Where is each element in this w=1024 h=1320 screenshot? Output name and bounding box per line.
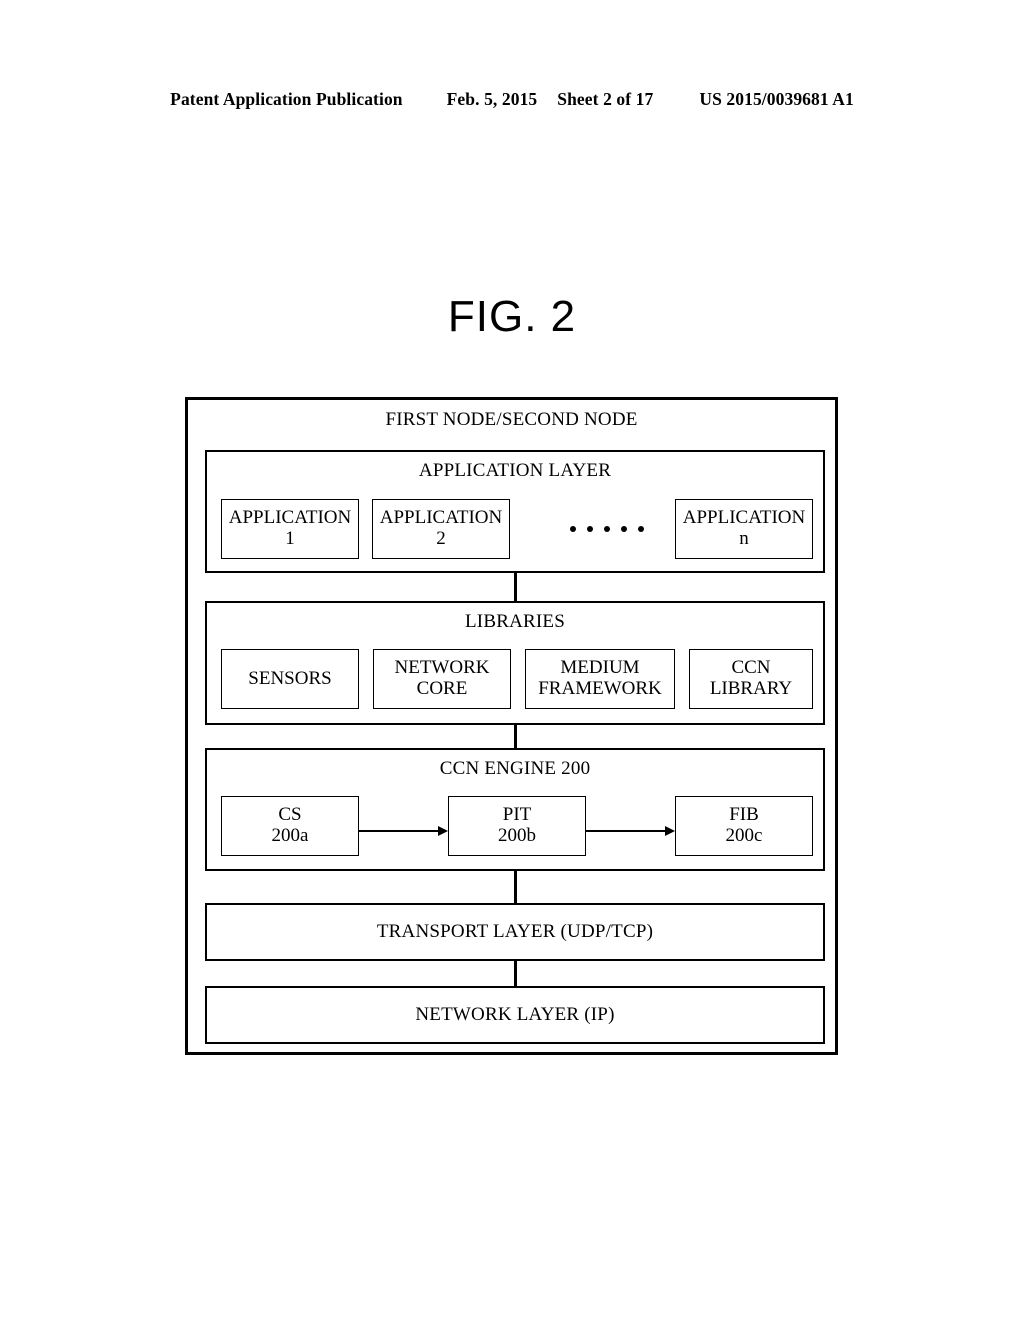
ccn-library-label-line1: CCN — [731, 657, 771, 679]
arrow-head-icon — [665, 826, 675, 836]
application-ellipsis-icon — [552, 515, 662, 543]
cs-reference-number: 200a — [271, 825, 309, 846]
arrow-pit-to-fib — [586, 826, 675, 836]
application-layer-title: APPLICATION LAYER — [418, 460, 612, 481]
fib-reference-number: 200c — [725, 825, 763, 846]
network-layer-label: NETWORK LAYER (IP) — [415, 1004, 615, 1025]
arrow-head-icon — [438, 826, 448, 836]
patent-number: US 2015/0039681 A1 — [699, 88, 854, 109]
network-core-label-line2: CORE — [416, 678, 468, 699]
network-layer-box: NETWORK LAYER (IP) — [205, 986, 825, 1044]
pit-reference-number: 200b — [498, 825, 536, 846]
application-layer-section: APPLICATION LAYER APPLICATION 1 APPLICAT… — [205, 450, 825, 573]
publication-date: Feb. 5, 2015 — [446, 88, 538, 109]
ccn-library-label-line2: LIBRARY — [709, 678, 793, 699]
arrow-cs-to-pit — [359, 826, 448, 836]
ellipsis-dot — [638, 526, 644, 532]
ellipsis-dot — [621, 526, 627, 532]
application-2-label: APPLICATION — [379, 507, 503, 529]
application-1-box: APPLICATION 1 — [221, 499, 359, 559]
sensors-label: SENSORS — [248, 667, 332, 689]
transport-layer-label: TRANSPORT LAYER (UDP/TCP) — [376, 921, 654, 942]
arrow-shaft — [359, 830, 439, 832]
application-n-index: n — [739, 528, 749, 549]
connector-application-to-libraries — [514, 572, 517, 602]
diagram-frame-title: FIRST NODE/SECOND NODE — [385, 409, 638, 430]
connector-libraries-to-ccn-engine — [514, 724, 517, 749]
arrow-shaft — [586, 830, 666, 832]
ccn-library-box: CCN LIBRARY — [689, 649, 813, 709]
medium-framework-label-line2: FRAMEWORK — [538, 678, 662, 699]
application-2-box: APPLICATION 2 — [372, 499, 510, 559]
libraries-layer-title: LIBRARIES — [465, 611, 565, 632]
network-core-label-line1: NETWORK — [394, 657, 490, 679]
ellipsis-dot — [587, 526, 593, 532]
application-2-index: 2 — [436, 528, 446, 549]
ellipsis-dot — [604, 526, 610, 532]
transport-layer-box: TRANSPORT LAYER (UDP/TCP) — [205, 903, 825, 961]
libraries-layer-section: LIBRARIES SENSORS NETWORK CORE MEDIUM FR… — [205, 601, 825, 725]
cs-label: CS — [278, 804, 302, 826]
application-n-label: APPLICATION — [682, 507, 806, 529]
figure-title: FIG. 2 — [447, 292, 577, 341]
ccn-engine-layer-section: CCN ENGINE 200 CS 200a PIT 200b FIB 200c — [205, 748, 825, 871]
node-architecture-diagram: FIRST NODE/SECOND NODE APPLICATION LAYER… — [185, 397, 838, 1055]
patent-header: Patent Application Publication Feb. 5, 2… — [0, 86, 1024, 112]
ellipsis-dot — [570, 526, 576, 532]
sheet-number: Sheet 2 of 17 — [557, 88, 654, 109]
ccn-engine-title: CCN ENGINE 200 — [439, 758, 591, 779]
application-1-label: APPLICATION — [228, 507, 352, 529]
fib-label: FIB — [729, 804, 759, 826]
network-core-box: NETWORK CORE — [373, 649, 511, 709]
application-1-index: 1 — [285, 528, 295, 549]
publication-label: Patent Application Publication — [170, 88, 403, 109]
connector-transport-to-network — [514, 960, 517, 987]
fib-box: FIB 200c — [675, 796, 813, 856]
pit-box: PIT 200b — [448, 796, 586, 856]
sensors-box: SENSORS — [221, 649, 359, 709]
connector-ccn-engine-to-transport — [514, 870, 517, 904]
cs-box: CS 200a — [221, 796, 359, 856]
pit-label: PIT — [502, 804, 532, 826]
application-n-box: APPLICATION n — [675, 499, 813, 559]
medium-framework-label-line1: MEDIUM — [560, 657, 640, 679]
medium-framework-box: MEDIUM FRAMEWORK — [525, 649, 675, 709]
